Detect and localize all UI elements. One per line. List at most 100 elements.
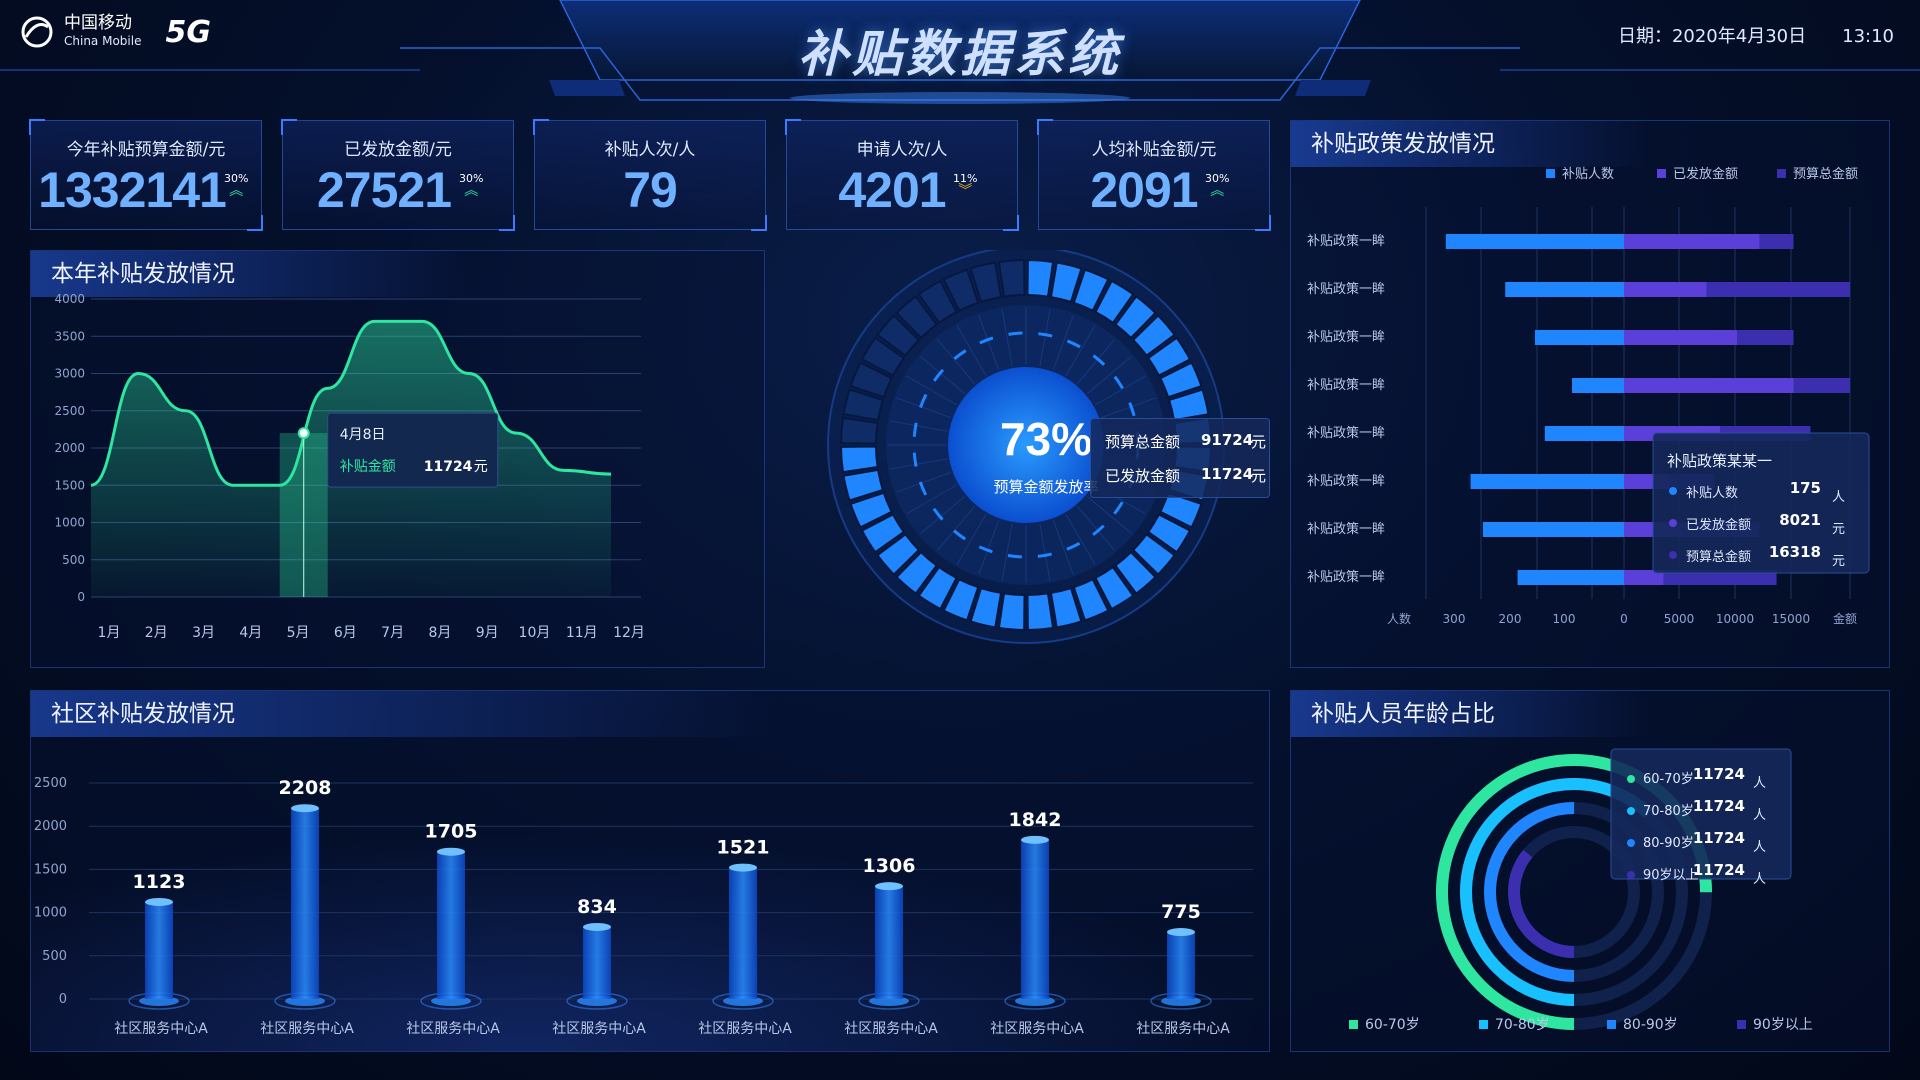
x-tick-label: 10月 xyxy=(519,625,551,641)
bar-value-label: 1123 xyxy=(133,871,186,893)
bar xyxy=(145,901,173,999)
y-tick-label: 500 xyxy=(42,949,67,964)
tooltip-label: 补贴金额 xyxy=(340,459,396,475)
highlight-point xyxy=(297,427,310,440)
china-mobile-text: 中国移动 China Mobile xyxy=(64,14,141,50)
kpi-label: 人均补贴金额/元 xyxy=(1091,140,1217,160)
bar-paid xyxy=(1624,282,1707,297)
bar-value-label: 1705 xyxy=(425,821,478,843)
bar-people xyxy=(1534,330,1624,345)
kpi-subsidy-count: 补贴人次/人 79 xyxy=(533,119,767,231)
legend-swatch xyxy=(1737,1020,1746,1029)
legend-label: 90岁以上 xyxy=(1753,1017,1813,1033)
x-tick-label: 4月 xyxy=(239,625,262,641)
x-tick-label: 人数 xyxy=(1387,611,1411,626)
y-tick-label: 1500 xyxy=(34,862,67,877)
bar xyxy=(1167,932,1195,999)
time-label: 13:10 xyxy=(1842,26,1894,47)
age-tooltip-value: 11724 xyxy=(1693,765,1745,783)
panel-community: 社区补贴发放情况 0 500 1000 1500 2000 2500 1123 社区服务中心A… xyxy=(30,690,1270,1052)
policy-tooltip-label: 预算总金额 xyxy=(1686,549,1751,565)
community-bar-chart: 0 500 1000 1500 2000 2500 1123 社区服务中心A 2208 社区服务中… xyxy=(34,776,1253,1037)
x-tick-label: 3月 xyxy=(192,625,215,641)
tooltip-unit: 元 xyxy=(474,459,488,475)
kpi-paid: 已发放金额/元 27521 30% ︽ xyxy=(281,119,515,231)
x-tick-label: 6月 xyxy=(334,625,357,641)
y-tick-label: 补贴政策一眸 xyxy=(1307,377,1385,393)
y-tick-label: 3500 xyxy=(54,329,85,343)
legend-label: 补贴人数 xyxy=(1562,167,1614,182)
dashboard-root: { "header": { "logo_cn": "中国移动", "logo_e… xyxy=(0,0,1920,1080)
kpi-trend: 30% ︽ xyxy=(224,173,248,199)
logo-5g: 5G xyxy=(165,14,211,50)
panel-age: 补贴人员年龄占比 60-70岁 11724 人 70-80岁 11724 人 80-90岁 1… xyxy=(1290,690,1890,1052)
y-tick-label: 500 xyxy=(62,553,85,567)
x-tick-label: 9月 xyxy=(476,625,499,641)
panel-policy: 补贴政策发放情况 补贴人数 已发放金额 预算总金额 补贴政策一眸 补贴政策一眸 补贴政策一… xyxy=(1290,120,1890,668)
age-tooltip-value: 11724 xyxy=(1693,861,1745,879)
x-tick-label: 8月 xyxy=(428,625,451,641)
tooltip-date: 4月8日 xyxy=(340,427,386,443)
x-tick-label: 7月 xyxy=(381,625,404,641)
bar-top xyxy=(875,882,903,891)
gauge-paid-value: 11724 xyxy=(1201,465,1254,483)
legend-label: 80-90岁 xyxy=(1623,1017,1678,1033)
bar-people xyxy=(1544,426,1624,441)
x-tick-label: 200 xyxy=(1499,612,1522,626)
legend-label: 70-80岁 xyxy=(1495,1017,1550,1033)
policy-tooltip-value: 8021 xyxy=(1779,511,1821,529)
policy-tooltip-unit: 元 xyxy=(1832,554,1845,569)
y-tick-label: 2500 xyxy=(54,404,85,418)
x-tick-label: 1月 xyxy=(98,625,121,641)
bar-people xyxy=(1517,570,1624,585)
y-tick-label: 2500 xyxy=(34,776,67,791)
tooltip-dot xyxy=(1669,551,1677,559)
trend-down-icon: ︾ xyxy=(958,183,973,199)
y-tick-label: 1500 xyxy=(54,478,85,492)
date-time: 日期：2020年4月30日 13:10 xyxy=(1618,22,1894,48)
policy-tooltip-value: 175 xyxy=(1790,479,1821,497)
kpi-trend: 11% ︾ xyxy=(953,173,977,199)
y-tick-label: 3000 xyxy=(54,367,85,381)
china-mobile-logo: 中国移动 China Mobile 5G xyxy=(20,14,211,50)
bar-people xyxy=(1482,522,1624,537)
y-tick-label: 补贴政策一眸 xyxy=(1307,233,1385,249)
policy-tooltip-title: 补贴政策某某一 xyxy=(1667,452,1772,470)
x-tick-label: 金额 xyxy=(1833,611,1857,626)
kpi-label: 补贴人次/人 xyxy=(604,140,696,160)
legend-swatch xyxy=(1657,169,1666,178)
header: 中国移动 China Mobile 5G 补贴数据系统 日期：2020年4月30… xyxy=(0,0,1920,110)
bar-paid xyxy=(1624,330,1737,345)
gauge-info-box: 预算总金额 91724 元 已发放金额 11724 元 xyxy=(1090,418,1270,498)
x-tick-label: 社区服务中心A xyxy=(698,1021,792,1037)
kpi-application-count: 申请人次/人 4201 11% ︾ xyxy=(785,119,1019,231)
bar xyxy=(437,851,465,999)
policy-bar-chart: 补贴人数 已发放金额 预算总金额补贴政策一眸补贴政策一眸补贴政策一眸补贴政策一眸补贴… xyxy=(1307,166,1870,626)
bar-top xyxy=(437,847,465,856)
x-tick-label: 社区服务中心A xyxy=(990,1021,1084,1037)
x-tick-label: 2月 xyxy=(145,625,168,641)
panel-yearly: 本年补贴发放情况 0 500 1000 1500 2000 2500 3000 3500 400… xyxy=(30,250,765,668)
age-tooltip-unit: 人 xyxy=(1753,808,1766,823)
bar-budget xyxy=(1759,234,1794,249)
gauge-percent: 73% xyxy=(999,413,1093,465)
page-title: 补贴数据系统 xyxy=(798,25,1122,83)
trend-up-icon: ︽ xyxy=(1210,183,1225,199)
gauge-segment xyxy=(997,592,1026,632)
bar-paid xyxy=(1624,234,1760,249)
tooltip-dot xyxy=(1627,871,1635,879)
policy-tooltip-value: 16318 xyxy=(1769,543,1821,561)
x-tick-label: 11月 xyxy=(566,625,598,641)
x-tick-label: 社区服务中心A xyxy=(844,1021,938,1037)
age-tooltip-label: 60-70岁 xyxy=(1643,772,1694,787)
trend-up-icon: ︽ xyxy=(229,183,244,199)
x-tick-label: 社区服务中心A xyxy=(114,1021,208,1037)
tooltip-value: 11724 xyxy=(424,459,473,475)
bar xyxy=(583,926,611,999)
bar-top xyxy=(729,863,757,872)
bar-top xyxy=(1021,835,1049,844)
kpi-trend: 30% ︽ xyxy=(1205,173,1229,199)
yearly-area-chart: 0 500 1000 1500 2000 2500 3000 3500 4000 1月 2月 3月 4月… xyxy=(54,292,644,641)
y-tick-label: 补贴政策一眸 xyxy=(1307,521,1385,537)
bar-budget xyxy=(1793,378,1850,393)
